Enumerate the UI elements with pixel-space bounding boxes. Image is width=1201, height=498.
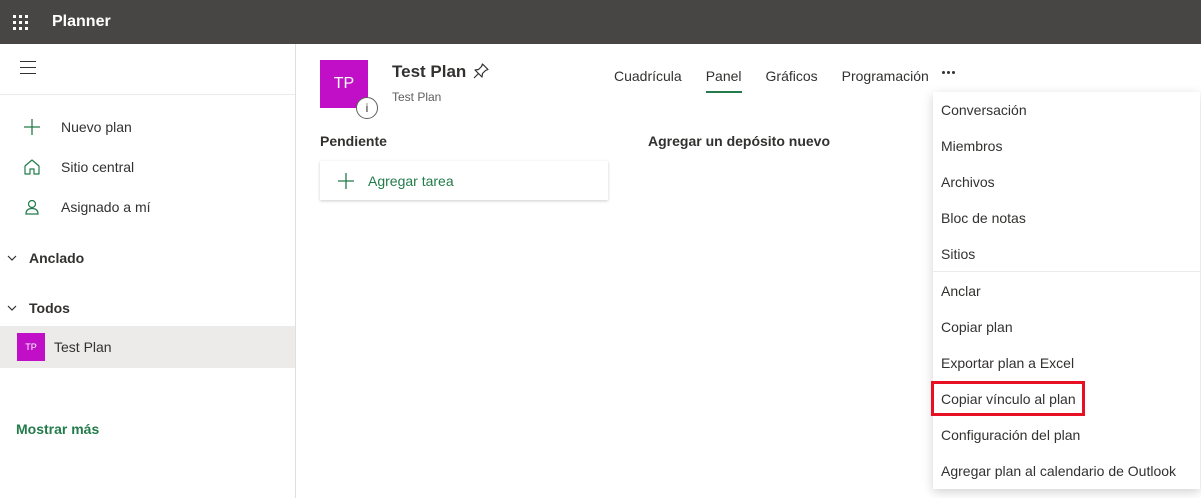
menu-item-notebook[interactable]: Bloc de notas bbox=[933, 200, 1200, 236]
chevron-down-icon bbox=[6, 305, 18, 311]
tab-board[interactable]: Panel bbox=[694, 62, 754, 93]
pin-icon[interactable] bbox=[472, 62, 490, 80]
menu-item-members[interactable]: Miembros bbox=[933, 128, 1200, 164]
menu-item-copy-plan[interactable]: Copiar plan bbox=[933, 309, 1200, 345]
view-tabs: Cuadrícula Panel Gráficos Programación bbox=[602, 60, 941, 93]
bucket-title: Pendiente bbox=[320, 133, 387, 149]
more-options-menu: Conversación Miembros Archivos Bloc de n… bbox=[933, 92, 1200, 489]
plan-name: Test Plan bbox=[54, 339, 112, 355]
menu-item-sites[interactable]: Sitios bbox=[933, 236, 1200, 272]
tab-grid[interactable]: Cuadrícula bbox=[602, 62, 694, 90]
app-launcher-icon[interactable] bbox=[0, 0, 40, 44]
page-title: Test Plan bbox=[392, 62, 467, 81]
menu-item-files[interactable]: Archivos bbox=[933, 164, 1200, 200]
info-icon[interactable]: i bbox=[356, 97, 378, 119]
menu-item-plan-settings[interactable]: Configuración del plan bbox=[933, 417, 1200, 453]
section-label: Todos bbox=[29, 300, 70, 316]
highlight-box bbox=[931, 381, 1085, 416]
sidebar-item-new-plan[interactable]: Nuevo plan bbox=[0, 107, 295, 147]
tab-charts[interactable]: Gráficos bbox=[754, 62, 830, 90]
person-icon bbox=[22, 197, 42, 217]
add-bucket-button[interactable]: Agregar un depósito nuevo bbox=[648, 133, 830, 149]
add-task-button[interactable]: Agregar tarea bbox=[320, 161, 608, 200]
sidebar-item-label: Nuevo plan bbox=[61, 119, 132, 135]
more-options-icon[interactable] bbox=[938, 62, 958, 82]
sidebar-item-hub[interactable]: Sitio central bbox=[0, 147, 295, 187]
chevron-down-icon bbox=[6, 255, 18, 261]
sidebar-item-label: Asignado a mí bbox=[61, 199, 151, 215]
hamburger-menu-icon[interactable] bbox=[20, 61, 38, 75]
tab-schedule[interactable]: Programación bbox=[830, 62, 941, 90]
sidebar-divider bbox=[0, 94, 295, 95]
app-title[interactable]: Planner bbox=[52, 13, 111, 31]
menu-item-pin[interactable]: Anclar bbox=[933, 273, 1200, 309]
plan-group-name: Test Plan bbox=[392, 90, 442, 104]
section-all[interactable]: Todos bbox=[0, 288, 295, 328]
plus-icon bbox=[338, 172, 354, 189]
section-pinned[interactable]: Anclado bbox=[0, 238, 295, 278]
menu-item-export-excel[interactable]: Exportar plan a Excel bbox=[933, 345, 1200, 381]
sidebar-plan-test-plan[interactable]: TP Test Plan bbox=[0, 326, 295, 368]
show-more-link[interactable]: Mostrar más bbox=[16, 421, 99, 437]
menu-divider bbox=[933, 271, 1200, 272]
section-label: Anclado bbox=[29, 250, 85, 266]
menu-item-conversation[interactable]: Conversación bbox=[933, 92, 1200, 128]
top-bar: Planner bbox=[0, 0, 1201, 44]
menu-item-add-to-outlook[interactable]: Agregar plan al calendario de Outlook bbox=[933, 453, 1200, 489]
sidebar: Nuevo plan Sitio central Asignado a mí A… bbox=[0, 44, 296, 498]
add-task-label: Agregar tarea bbox=[368, 172, 454, 189]
home-icon bbox=[22, 157, 42, 177]
sidebar-item-assigned[interactable]: Asignado a mí bbox=[0, 187, 295, 227]
sidebar-item-label: Sitio central bbox=[61, 159, 135, 175]
plus-icon bbox=[22, 117, 42, 137]
plan-avatar-small: TP bbox=[17, 333, 45, 361]
